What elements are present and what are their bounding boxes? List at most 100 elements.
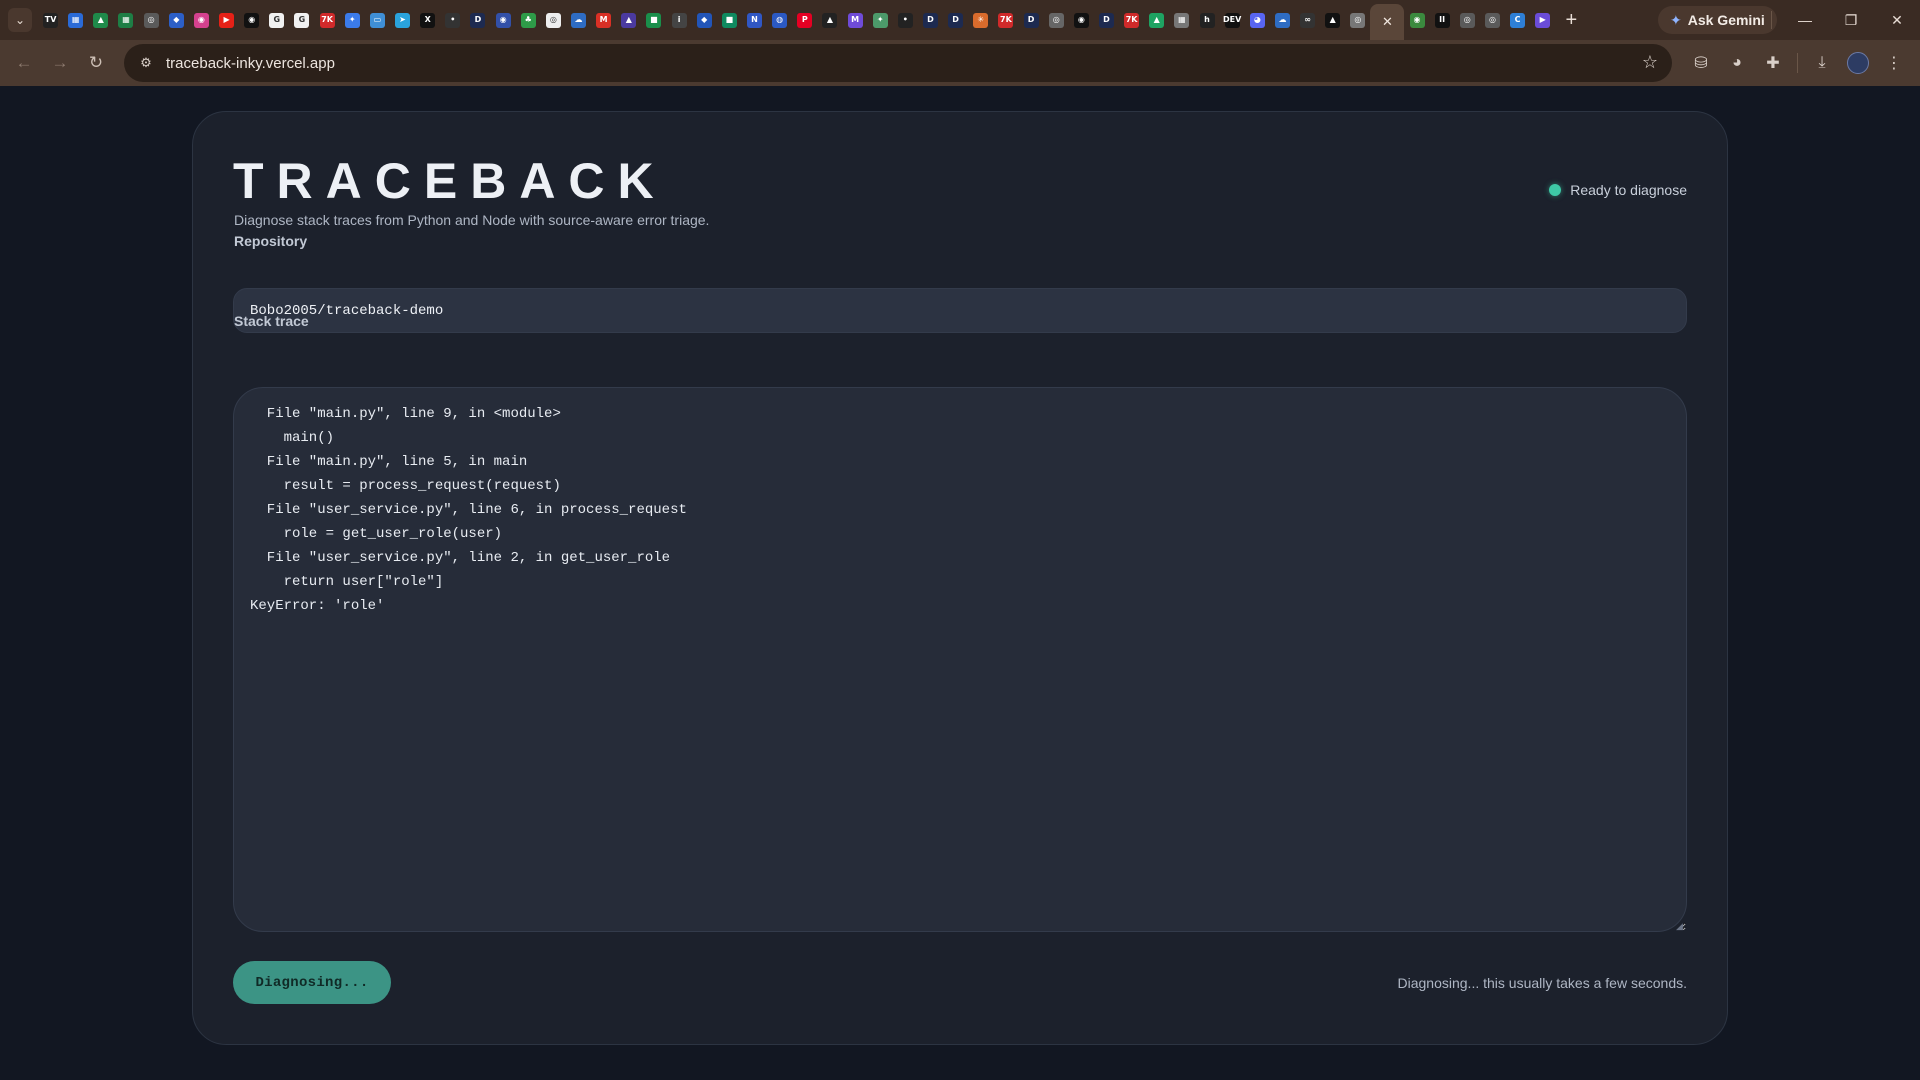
diagnose-button[interactable]: Diagnosing... [233, 961, 391, 1004]
browser-tab[interactable]: G [264, 4, 289, 36]
browser-tab[interactable]: i [667, 4, 692, 36]
browser-tab[interactable]: ■ [641, 4, 666, 36]
stack-trace-label: Stack trace [234, 313, 309, 329]
reload-icon[interactable]: ↻ [78, 45, 114, 81]
browser-tab[interactable]: ◎ [139, 4, 164, 36]
browser-tab[interactable]: ▲ [1144, 4, 1169, 36]
tab-icon-dots: • [897, 12, 913, 28]
minimize-icon[interactable]: — [1782, 12, 1828, 28]
forward-arrow-icon[interactable]: → [42, 45, 78, 81]
browser-tab[interactable]: D [1018, 4, 1043, 36]
browser-tab[interactable]: ◎ [1455, 4, 1480, 36]
address-bar[interactable]: ⚙ traceback-inky.vercel.app ☆ [124, 44, 1672, 82]
browser-tab[interactable]: D [943, 4, 968, 36]
browser-tab[interactable]: N [742, 4, 767, 36]
browser-tab[interactable]: D [1094, 4, 1119, 36]
window-controls-divider [1771, 11, 1772, 29]
browser-tab[interactable]: ▶ [1530, 4, 1555, 36]
new-tab-plus-icon[interactable]: + [1557, 6, 1585, 34]
browser-tab[interactable]: ▲ [1320, 4, 1345, 36]
extensions-puzzle-icon[interactable]: ✚ [1755, 45, 1791, 81]
browser-tab[interactable]: ◎ [1044, 4, 1069, 36]
extension-bird-icon[interactable]: ◕ [1719, 45, 1755, 81]
tab-icon-d: D [922, 12, 938, 28]
browser-tab[interactable]: II [1430, 4, 1455, 36]
browser-tab[interactable]: M [591, 4, 616, 36]
storage-icon[interactable]: ⛁ [1683, 45, 1719, 81]
browser-tab[interactable]: ◉ [189, 4, 214, 36]
browser-tab[interactable]: G [289, 4, 314, 36]
tab-close-icon[interactable]: ✕ [1380, 15, 1395, 30]
bookmark-star-icon[interactable]: ☆ [1642, 52, 1658, 73]
browser-tab[interactable]: ▲ [88, 4, 113, 36]
more-menu-icon[interactable]: ⋮ [1876, 45, 1912, 81]
browser-tab[interactable]: ◆ [164, 4, 189, 36]
toolbar-divider [1797, 53, 1798, 73]
browser-tab[interactable]: • [893, 4, 918, 36]
browser-tab[interactable]: • [440, 4, 465, 36]
browser-tab[interactable]: ♣ [516, 4, 541, 36]
tab-search-chevron-icon[interactable]: ⌄ [8, 8, 32, 32]
stack-trace-textarea[interactable] [233, 387, 1687, 932]
tab-icon-chart: ▲ [93, 12, 109, 28]
tab-icon-delta: ▲ [621, 12, 637, 28]
browser-tab[interactable]: ▦ [1169, 4, 1194, 36]
browser-tab[interactable]: ✦ [340, 4, 365, 36]
tab-icon-news: 7K [998, 12, 1014, 28]
browser-tab[interactable]: ✦ [868, 4, 893, 36]
browser-tab[interactable]: C [1505, 4, 1530, 36]
browser-tab[interactable]: ◉ [491, 4, 516, 36]
tab-icon-cloud: ☁ [1274, 12, 1290, 28]
avatar [1847, 52, 1869, 74]
browser-tab[interactable]: ☁ [1270, 4, 1295, 36]
repository-input[interactable] [233, 288, 1687, 333]
download-icon[interactable]: ⤓ [1804, 45, 1840, 81]
browser-tab[interactable]: ◕ [1245, 4, 1270, 36]
browser-tab[interactable]: 7K [315, 4, 340, 36]
browser-tab[interactable]: ◎ [1345, 4, 1370, 36]
browser-tab[interactable]: ◉ [239, 4, 264, 36]
browser-tab[interactable]: ☁ [566, 4, 591, 36]
browser-tab[interactable]: ◉ [1404, 4, 1429, 36]
browser-tab[interactable]: h [1194, 4, 1219, 36]
browser-tab[interactable]: ◍ [767, 4, 792, 36]
browser-tab[interactable]: ➤ [390, 4, 415, 36]
browser-tab[interactable]: D [918, 4, 943, 36]
active-tab[interactable]: ✕ [1370, 4, 1405, 40]
tab-icon-circle-blue: ◉ [495, 12, 511, 28]
browser-tab[interactable]: ▭ [365, 4, 390, 36]
browser-tab[interactable]: ◎ [541, 4, 566, 36]
browser-tab[interactable]: ■ [717, 4, 742, 36]
tab-icon-globe: ◎ [143, 12, 159, 28]
browser-tab[interactable]: ▶ [214, 4, 239, 36]
site-info-icon[interactable]: ⚙ [136, 55, 156, 71]
back-arrow-icon[interactable]: ← [6, 45, 42, 81]
textarea-resize-handle-icon[interactable]: ◢ [1676, 922, 1684, 931]
browser-tab[interactable]: 7K [1119, 4, 1144, 36]
browser-tab[interactable]: D [465, 4, 490, 36]
window-close-icon[interactable]: ✕ [1874, 12, 1920, 29]
browser-tab[interactable]: ◆ [692, 4, 717, 36]
browser-tab[interactable]: ▲ [817, 4, 842, 36]
browser-tab[interactable]: X [415, 4, 440, 36]
tab-icon-d: D [948, 12, 964, 28]
browser-tab[interactable]: ◉ [1069, 4, 1094, 36]
profile-avatar[interactable] [1840, 45, 1876, 81]
browser-tab[interactable]: M [843, 4, 868, 36]
browser-tab[interactable]: ✳ [968, 4, 993, 36]
tab-icon-news: 7K [1124, 12, 1140, 28]
address-bar-url[interactable]: traceback-inky.vercel.app [166, 55, 335, 72]
browser-tab[interactable]: 7K [993, 4, 1018, 36]
restore-icon[interactable]: ❐ [1828, 12, 1874, 29]
tab-icon-triangle: ▲ [822, 12, 838, 28]
browser-tab[interactable]: ▦ [113, 4, 138, 36]
browser-tab[interactable]: TV [38, 4, 63, 36]
browser-tab[interactable]: DEV [1220, 4, 1245, 36]
browser-tab[interactable]: ▲ [616, 4, 641, 36]
browser-tab[interactable]: ∞ [1295, 4, 1320, 36]
ask-gemini-button[interactable]: ✦ Ask Gemini [1658, 6, 1777, 34]
browser-tab[interactable]: ▦ [63, 4, 88, 36]
browser-tab[interactable]: ◎ [1480, 4, 1505, 36]
tab-icon-green-box: ■ [721, 12, 737, 28]
browser-tab[interactable]: P [792, 4, 817, 36]
